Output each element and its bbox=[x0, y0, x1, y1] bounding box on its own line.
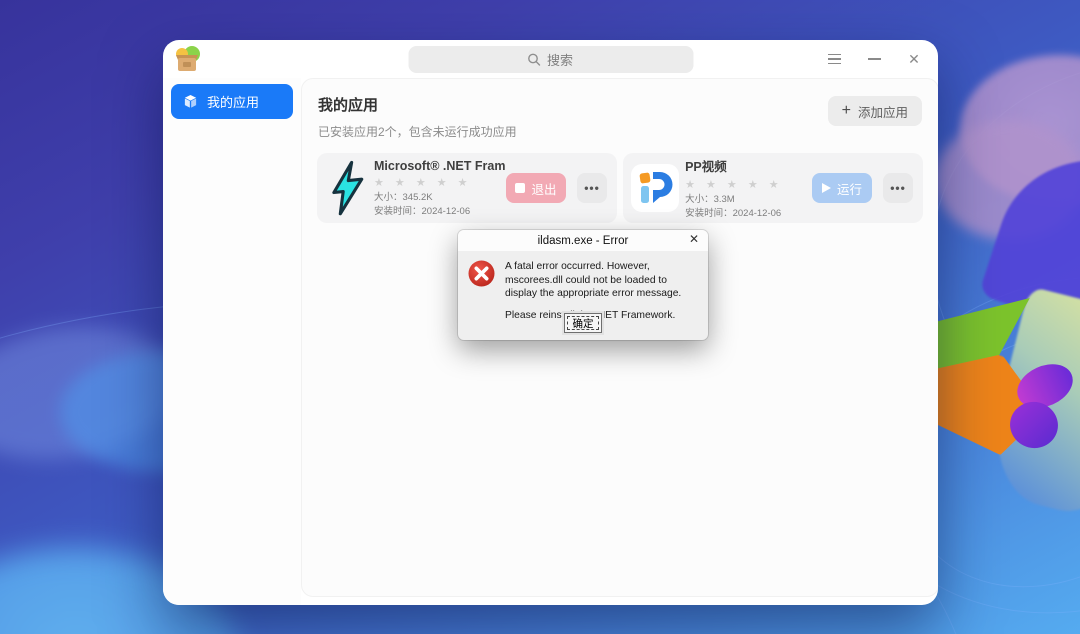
dialog-paragraph-1: A fatal error occurred. However, mscoree… bbox=[505, 261, 682, 300]
minimize-button[interactable] bbox=[866, 51, 882, 67]
dialog-body: A fatal error occurred. However, mscoree… bbox=[458, 251, 708, 322]
cube-icon bbox=[184, 94, 197, 108]
search-icon bbox=[528, 53, 541, 66]
dialog-ok-label: 确定 bbox=[572, 317, 594, 330]
minimize-icon bbox=[867, 58, 881, 60]
menu-icon[interactable] bbox=[826, 51, 842, 67]
app-name: PP视频 bbox=[685, 159, 727, 174]
close-button[interactable]: ✕ bbox=[906, 51, 922, 67]
sidebar-item-label: 我的应用 bbox=[207, 95, 260, 110]
star-rating: ★ ★ ★ ★ ★ bbox=[685, 178, 783, 191]
app-card-info: Microsoft® .NET Frame⋯ ★ ★ ★ ★ ★ 大小：345.… bbox=[374, 158, 506, 219]
dialog-close-button[interactable]: ✕ bbox=[689, 232, 699, 246]
dialog-title: ildasm.exe - Error bbox=[537, 234, 629, 247]
window-body: 我的应用 我的应用 已安装应用2个，包含未运行成功应用 + 添加应用 Micro… bbox=[163, 78, 938, 605]
app-card-list: Microsoft® .NET Frame⋯ ★ ★ ★ ★ ★ 大小：345.… bbox=[317, 153, 923, 223]
app-meta: 大小：345.2K 安装时间：2024-12-06 bbox=[374, 191, 506, 219]
search-placeholder: 搜索 bbox=[546, 53, 573, 68]
app-install-time: 安装时间：2024-12-06 bbox=[685, 207, 782, 219]
ellipsis-icon: ••• bbox=[584, 181, 600, 195]
app-meta: 大小：3.3M 安装时间：2024-12-06 bbox=[685, 193, 812, 221]
app-card-pptv: PP视频 ★ ★ ★ ★ ★ 大小：3.3M 安装时间：2024-12-06 运… bbox=[623, 153, 923, 223]
app-logo-icon bbox=[176, 46, 200, 71]
error-icon bbox=[468, 260, 495, 287]
card-actions: 运行 ••• bbox=[812, 173, 913, 203]
lightning-icon bbox=[325, 160, 368, 216]
app-size: 大小：3.3M bbox=[685, 193, 735, 205]
add-app-label: 添加应用 bbox=[857, 105, 908, 120]
run-label: 运行 bbox=[836, 182, 862, 197]
plus-icon: + bbox=[841, 102, 851, 119]
add-app-button[interactable]: + 添加应用 bbox=[827, 96, 922, 126]
app-install-time: 安装时间：2024-12-06 bbox=[374, 205, 471, 217]
window-controls: ✕ bbox=[826, 51, 922, 67]
play-icon bbox=[821, 183, 831, 193]
exit-app-button[interactable]: 退出 bbox=[506, 173, 566, 203]
star-rating: ★ ★ ★ ★ ★ bbox=[374, 176, 472, 189]
more-options-button[interactable]: ••• bbox=[577, 173, 607, 203]
page-title: 我的应用 bbox=[318, 97, 379, 114]
content-header: 我的应用 已安装应用2个，包含未运行成功应用 + 添加应用 bbox=[302, 79, 938, 140]
close-icon: ✕ bbox=[908, 50, 920, 67]
app-card-dotnet: Microsoft® .NET Frame⋯ ★ ★ ★ ★ ★ 大小：345.… bbox=[317, 153, 617, 223]
sidebar: 我的应用 bbox=[163, 78, 301, 605]
stop-icon bbox=[515, 183, 526, 193]
app-name: Microsoft® .NET Frame⋯ bbox=[374, 158, 506, 173]
card-actions: 退出 ••• bbox=[506, 173, 607, 203]
more-options-button[interactable]: ••• bbox=[883, 173, 913, 203]
page-subtitle: 已安装应用2个，包含未运行成功应用 bbox=[318, 125, 517, 139]
search-input[interactable]: 搜索 bbox=[408, 46, 693, 73]
dialog-ok-button[interactable]: 确定 bbox=[564, 313, 602, 333]
app-card-info: PP视频 ★ ★ ★ ★ ★ 大小：3.3M 安装时间：2024-12-06 bbox=[685, 156, 812, 221]
ellipsis-icon: ••• bbox=[890, 181, 906, 195]
pptv-logo-icon bbox=[631, 160, 680, 216]
error-dialog: ildasm.exe - Error ✕ A fatal error occur… bbox=[458, 230, 708, 340]
dialog-titlebar: ildasm.exe - Error ✕ bbox=[458, 230, 708, 251]
header-text: 我的应用 已安装应用2个，包含未运行成功应用 bbox=[318, 94, 517, 140]
run-app-button[interactable]: 运行 bbox=[812, 173, 872, 203]
titlebar: 搜索 ✕ bbox=[163, 40, 938, 78]
app-size: 大小：345.2K bbox=[374, 191, 433, 203]
sidebar-item-my-apps[interactable]: 我的应用 bbox=[171, 84, 293, 119]
exit-label: 退出 bbox=[531, 182, 557, 197]
